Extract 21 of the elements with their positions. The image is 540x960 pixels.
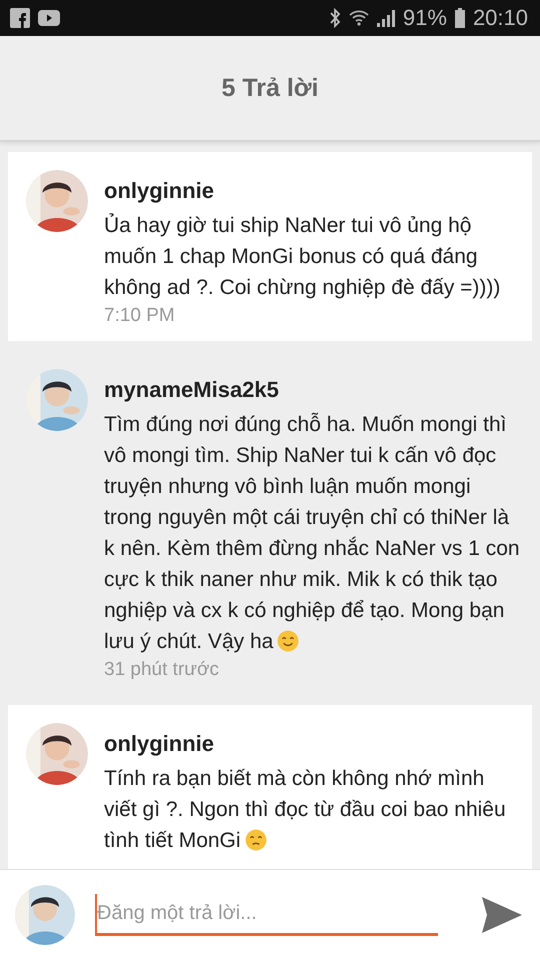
comment-text: Tìm đúng nơi đúng chỗ ha. Muốn mongi thì vô mongi tìm. Ship NaNer tui k cấn vô đọc truyện nhưng vô bình luận muốn mongi trong nguyên một cái truyện chỉ có thiNer là k nên. Kèm thêm đừng nhắc NaNer vs 1 con cực k thik naner như mik. Mik k có thik tạo nghiệp và cx k có nghiệp để tạo. Mong bạn lưu ý chút. Vậy ha [104, 412, 520, 655]
signal-icon [376, 9, 395, 27]
battery-percent: 91% [402, 5, 447, 31]
screen-title: 5 Trả lời [222, 74, 318, 102]
author-name[interactable]: onlyginnie [104, 178, 520, 204]
comment-text: Tính ra bạn biết mà còn không nhớ mình viết gì ?. Ngon thì đọc từ đầu coi bao nhiêu tình tiết MonGi [104, 766, 507, 854]
play-icon [38, 10, 60, 26]
clock-time: 20:10 [472, 5, 528, 31]
wifi-icon [348, 9, 369, 27]
comment-time: 31 phút trước [104, 659, 220, 681]
comment-text: Ủa hay giờ tui ship NaNer tui vô ủng hộ muốn 1 chap MonGi bonus có quá đáng không ad ?. Coi chừng nghiệp đè đấy =)))) [104, 212, 502, 301]
smiling-face-icon [277, 630, 300, 652]
send-icon[interactable] [482, 897, 522, 933]
author-name[interactable]: mynameMisa2k5 [104, 377, 520, 403]
author-name[interactable]: onlyginnie [104, 731, 520, 757]
reply-field[interactable]: Đăng một trả lời... [95, 894, 438, 936]
comment-time: 7:10 PM [104, 305, 176, 327]
facebook-icon [10, 8, 30, 28]
battery-icon [454, 8, 465, 28]
bluetooth-icon [328, 8, 341, 28]
frowning-face-icon [244, 829, 267, 851]
